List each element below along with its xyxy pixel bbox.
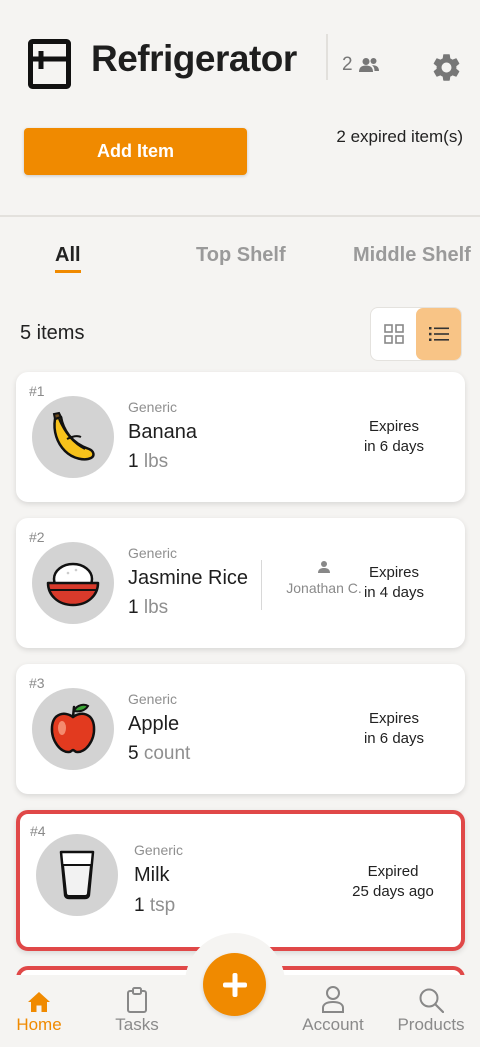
nav-products[interactable]: Products: [386, 975, 476, 1035]
item-quantity: 1 lbs: [128, 597, 168, 619]
tab-all[interactable]: All: [55, 244, 81, 273]
refrigerator-icon: [28, 39, 71, 89]
item-category: Generic: [128, 691, 178, 707]
item-quantity: 1 lbs: [128, 451, 168, 473]
rice-bowl-icon: [46, 562, 100, 607]
account-icon: [322, 986, 344, 1013]
item-expiry-value: 25 days ago: [352, 883, 434, 900]
nav-tasks[interactable]: Tasks: [92, 975, 182, 1035]
item-category: Generic: [134, 842, 184, 858]
item-expiry-label: Expires: [368, 418, 420, 435]
gear-icon[interactable]: [430, 51, 463, 84]
plus-icon: [222, 972, 247, 997]
item-card[interactable]: #1 Generic Banana 1 lbs Expires in 6 day…: [16, 372, 465, 502]
member-count[interactable]: 2: [342, 54, 380, 76]
list-view-button[interactable]: [416, 308, 461, 360]
clipboard-icon: [127, 987, 147, 1013]
item-quantity-value: 1: [128, 597, 139, 618]
title-divider: [326, 34, 328, 80]
person-icon: [318, 561, 330, 573]
item-avatar: [32, 396, 114, 478]
item-quantity-unit: lbs: [143, 451, 169, 472]
nav-account[interactable]: Account: [288, 975, 378, 1035]
item-quantity-value: 5: [128, 743, 139, 764]
add-item-button[interactable]: Add Item: [24, 128, 247, 175]
item-name: Jasmine Rice: [128, 567, 249, 589]
item-expiry-value: in 4 days: [363, 584, 425, 601]
header: Refrigerator 2 Add Item 2 expired item(s…: [0, 0, 480, 216]
page-title: Refrigerator: [91, 38, 297, 79]
home-icon: [28, 992, 50, 1012]
item-expiry-label: Expires: [368, 710, 420, 727]
nav-account-label: Account: [302, 1015, 364, 1034]
item-quantity-unit: lbs: [143, 597, 169, 618]
tab-top-shelf[interactable]: Top Shelf: [196, 244, 286, 267]
item-name: Milk: [134, 864, 170, 886]
shelf-tabs: All Top Shelf Middle Shelf: [0, 244, 480, 276]
owner-divider: [261, 560, 262, 610]
search-icon: [419, 988, 444, 1013]
nav-products-label: Products: [397, 1015, 465, 1034]
milk-glass-icon: [59, 850, 95, 900]
tab-middle-shelf[interactable]: Middle Shelf: [353, 244, 471, 267]
item-name: Apple: [128, 713, 180, 735]
item-avatar: [32, 688, 114, 770]
item-card-expired[interactable]: #4 Generic Milk 1 tsp Expired 25 days ag…: [16, 810, 465, 951]
item-expiry: Expires in 6 days: [339, 709, 449, 749]
item-quantity: 1 tsp: [134, 895, 175, 917]
nav-home-label: Home: [16, 1015, 62, 1034]
item-expiry: Expires in 6 days: [339, 417, 449, 457]
item-quantity-unit: count: [143, 743, 191, 764]
grid-view-button[interactable]: [371, 308, 416, 360]
item-quantity-value: 1: [128, 451, 139, 472]
grid-icon: [383, 324, 404, 344]
item-expiry: Expired 25 days ago: [338, 862, 448, 902]
expired-count-note: 2 expired item(s): [336, 127, 463, 146]
item-index: #2: [29, 529, 45, 545]
item-index: #3: [29, 675, 45, 691]
add-fab-button[interactable]: [203, 953, 266, 1016]
member-count-value: 2: [342, 54, 353, 75]
item-card[interactable]: #3 Generic Apple 5 count Expires in 6 da…: [16, 664, 465, 794]
item-card[interactable]: #2 Generic Jasmine Rice 1 lbs Jonathan C…: [16, 518, 465, 648]
item-count: 5 items: [20, 322, 85, 344]
header-divider: [0, 215, 480, 217]
item-expiry-value: in 6 days: [363, 438, 425, 455]
nav-tasks-label: Tasks: [115, 1015, 159, 1034]
item-index: #4: [30, 823, 46, 839]
item-category: Generic: [128, 399, 178, 415]
apple-icon: [50, 703, 96, 754]
nav-home[interactable]: Home: [0, 975, 84, 1035]
item-expiry-label: Expires: [368, 564, 420, 581]
item-category: Generic: [128, 545, 178, 561]
item-quantity-value: 1: [134, 895, 145, 916]
item-expiry-label: Expired: [367, 863, 419, 880]
list-icon: [428, 327, 449, 341]
item-avatar: [32, 542, 114, 624]
item-expiry-value: in 6 days: [363, 730, 425, 747]
item-expiry: Expires in 4 days: [339, 563, 449, 603]
item-quantity-unit: tsp: [149, 895, 176, 916]
people-icon: [358, 58, 379, 72]
item-index: #1: [29, 383, 45, 399]
banana-icon: [52, 411, 95, 461]
view-toggle: [370, 307, 462, 361]
item-name: Banana: [128, 421, 197, 443]
item-quantity: 5 count: [128, 743, 190, 765]
item-avatar: [36, 834, 118, 916]
